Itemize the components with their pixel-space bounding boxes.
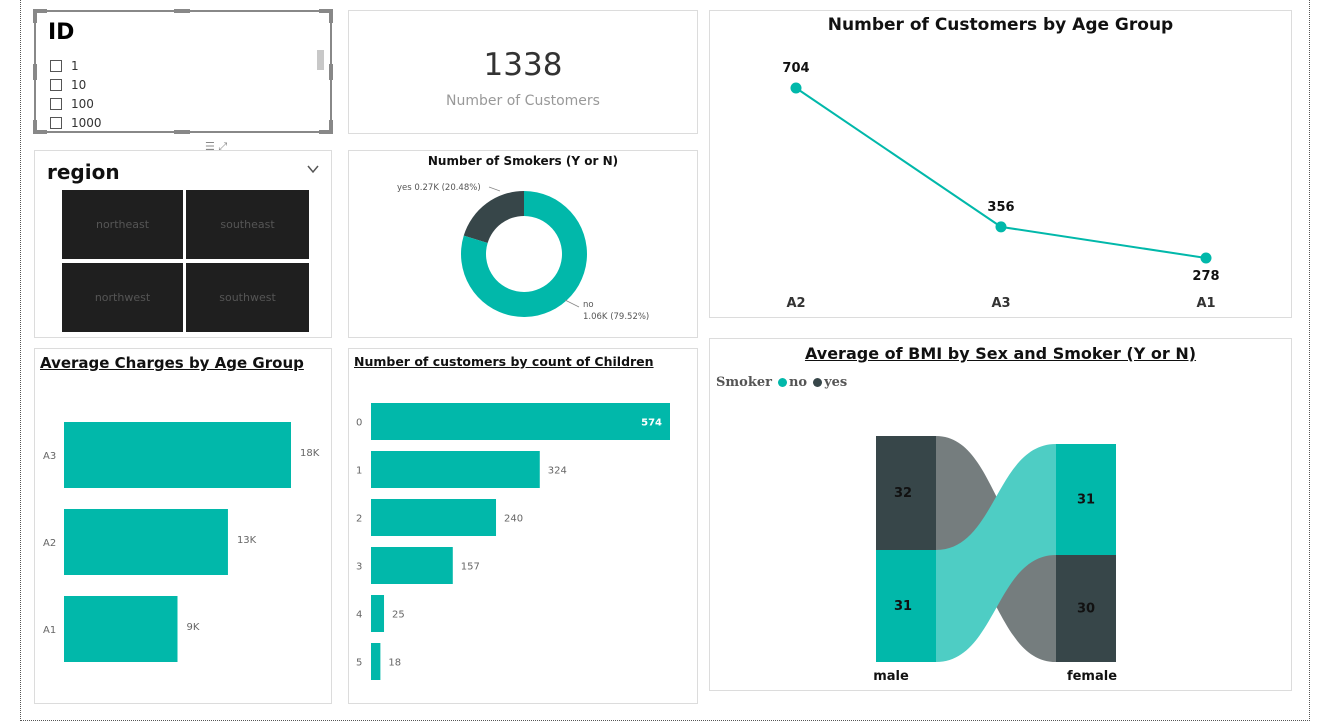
y-tick-label: A2 [43, 538, 56, 549]
x-tick-label: A3 [991, 296, 1010, 311]
data-label: 25 [392, 610, 405, 621]
region-tile-northeast[interactable]: northeast [62, 190, 183, 259]
checkbox[interactable] [50, 116, 62, 129]
list-item[interactable]: 1000 [50, 113, 102, 132]
list-item[interactable]: 100 [50, 94, 102, 113]
resize-handle[interactable] [319, 120, 333, 134]
resize-handle[interactable] [174, 130, 190, 134]
data-label: 324 [548, 466, 567, 477]
region-slicer[interactable]: region northeast southeast northwest sou… [34, 150, 332, 338]
scrollbar-thumb[interactable] [317, 50, 324, 70]
donut-label-yes: yes 0.27K (20.48%) [397, 183, 481, 193]
kpi-card: 1338 Number of Customers [348, 10, 698, 134]
bar [371, 643, 381, 680]
children-bar-card: Number of customers by count of Children… [348, 348, 698, 704]
slicer-title: region [47, 160, 120, 184]
data-label: 574 [641, 418, 662, 429]
series-line [795, 87, 1207, 259]
data-label: 31 [1077, 493, 1095, 508]
checkbox[interactable] [50, 78, 62, 91]
donut-label-no: no [583, 300, 594, 310]
list-item[interactable]: 10 [50, 75, 102, 94]
bar-chart: A3 18K A2 13K A1 9K [43, 422, 320, 662]
region-tile-southeast[interactable]: southeast [186, 190, 309, 259]
data-point [790, 82, 802, 94]
data-label: 18K [300, 448, 320, 459]
y-tick-label: 1 [356, 466, 362, 477]
list-item[interactable]: 1 [50, 56, 102, 75]
resize-handle[interactable] [33, 9, 47, 23]
bar [371, 403, 670, 440]
y-tick-label: 0 [356, 418, 362, 429]
y-tick-label: 2 [356, 514, 362, 525]
bar [371, 595, 385, 632]
data-label: 32 [894, 486, 912, 501]
y-tick-label: 4 [356, 610, 362, 621]
data-label: 9K [187, 622, 200, 633]
x-tick-label: A2 [786, 296, 805, 311]
data-label: 356 [987, 200, 1014, 215]
bar [64, 596, 178, 662]
y-tick-label: 5 [356, 658, 362, 669]
avg-charges-card: Average Charges by Age Group A3 18K A2 13K A… [34, 348, 332, 704]
data-label: 13K [237, 535, 257, 546]
id-list: 1 10 100 1000 [50, 56, 102, 132]
bar [371, 499, 497, 536]
y-tick-label: A1 [43, 625, 56, 636]
ribbon-chart: 32 31 31 30 male female [873, 436, 1117, 684]
region-tile-northwest[interactable]: northwest [62, 263, 183, 332]
resize-handle[interactable] [174, 9, 190, 13]
line-chart: 704 A2 356 A3 278 A1 [782, 61, 1219, 311]
smokers-donut-card: Number of Smokers (Y or N) yes 0.27K (20… [348, 150, 698, 338]
resize-handle[interactable] [33, 64, 37, 80]
slicer-title: ID [48, 20, 75, 45]
x-tick-label: female [1067, 669, 1117, 684]
y-tick-label: A3 [43, 451, 56, 462]
bar [371, 451, 540, 488]
x-tick-label: A1 [1196, 296, 1215, 311]
resize-handle[interactable] [329, 64, 333, 80]
checkbox[interactable] [50, 97, 62, 110]
data-point [995, 221, 1007, 233]
age-group-line-card: Number of Customers by Age Group 704 A2 35… [709, 10, 1292, 318]
bar [64, 509, 228, 575]
donut-slice-yes [463, 191, 524, 243]
donut-label-no-value: 1.06K (79.52%) [583, 312, 649, 322]
data-label: 240 [504, 514, 523, 525]
data-point [1200, 252, 1212, 264]
chevron-down-icon[interactable] [307, 163, 319, 175]
data-label: 30 [1077, 602, 1095, 617]
x-tick-label: male [873, 669, 909, 684]
bar [64, 422, 291, 488]
data-label: 31 [894, 599, 912, 614]
kpi-value: 1338 [483, 47, 563, 83]
checkbox[interactable] [50, 59, 62, 72]
bar-chart: 0 574 1 324 2 240 3 157 4 25 5 18 [356, 403, 670, 680]
region-tile-southwest[interactable]: southwest [186, 263, 309, 332]
bmi-ribbon-card: Average of BMI by Sex and Smoker (Y or N… [709, 338, 1292, 691]
bar [371, 547, 453, 584]
y-tick-label: 3 [356, 562, 362, 573]
data-label: 278 [1192, 269, 1219, 284]
data-label: 157 [461, 562, 480, 573]
donut-chart: yes 0.27K (20.48%) no 1.06K (79.52%) [397, 183, 649, 322]
data-label: 18 [388, 658, 401, 669]
data-label: 704 [782, 61, 809, 76]
resize-handle[interactable] [319, 9, 333, 23]
id-slicer[interactable]: ID 1 10 100 1000 [33, 9, 333, 134]
resize-handle[interactable] [33, 120, 47, 134]
kpi-label: Number of Customers [446, 93, 600, 109]
